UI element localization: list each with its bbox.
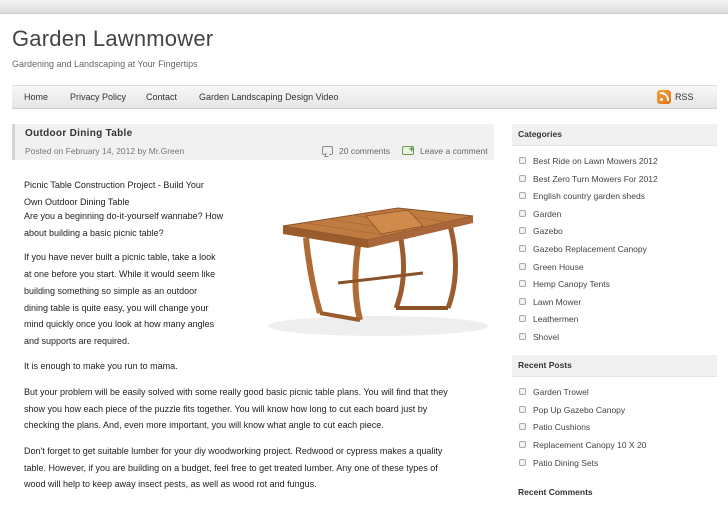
bullet-icon bbox=[519, 192, 526, 199]
category-link[interactable]: Gazebo Replacement Canopy bbox=[533, 244, 647, 254]
recent-posts-widget-title: Recent Posts bbox=[512, 355, 717, 376]
comment-bubble-icon bbox=[322, 146, 333, 155]
category-link[interactable]: English country garden sheds bbox=[533, 191, 645, 201]
post-text-line: checking the plans. And, even more impor… bbox=[24, 420, 384, 430]
bullet-icon bbox=[519, 406, 526, 413]
site-tagline: Gardening and Landscaping at Your Finger… bbox=[12, 59, 198, 69]
recent-post-link[interactable]: Patio Dining Sets bbox=[533, 458, 598, 468]
categories-widget-title: Categories bbox=[512, 124, 717, 145]
bullet-icon bbox=[519, 175, 526, 182]
nav-privacy-policy[interactable]: Privacy Policy bbox=[70, 92, 126, 102]
post-title[interactable]: Outdoor Dining Table bbox=[25, 128, 132, 139]
category-link[interactable]: Garden bbox=[533, 209, 561, 219]
bullet-icon bbox=[519, 315, 526, 322]
post-text-line: building something so simple as an outdo… bbox=[24, 286, 198, 296]
bullet-icon bbox=[519, 245, 526, 252]
bullet-icon bbox=[519, 298, 526, 305]
recent-comments-widget-title: Recent Comments bbox=[512, 482, 717, 503]
category-link[interactable]: Shovel bbox=[533, 332, 559, 342]
bullet-icon bbox=[519, 423, 526, 430]
bullet-icon bbox=[519, 210, 526, 217]
widget-divider bbox=[512, 145, 717, 146]
bullet-icon bbox=[519, 263, 526, 270]
nav-garden-landscaping-video[interactable]: Garden Landscaping Design Video bbox=[199, 92, 338, 102]
add-comment-icon bbox=[402, 144, 414, 155]
recent-post-link[interactable]: Replacement Canopy 10 X 20 bbox=[533, 440, 646, 450]
post-text-line: Don't forget to get suitable lumber for … bbox=[24, 446, 443, 456]
category-link[interactable]: Green House bbox=[533, 262, 584, 272]
category-link[interactable]: Hemp Canopy Tents bbox=[533, 279, 610, 289]
comments-count-link[interactable]: 20 comments bbox=[339, 146, 390, 156]
bullet-icon bbox=[519, 388, 526, 395]
rss-icon[interactable] bbox=[657, 90, 671, 104]
post-text-line: If you have never built a picnic table, … bbox=[24, 252, 216, 262]
site-title[interactable]: Garden Lawnmower bbox=[12, 26, 213, 52]
leave-comment-link[interactable]: Leave a comment bbox=[420, 146, 488, 156]
category-link[interactable]: Best Zero Turn Mowers For 2012 bbox=[533, 174, 658, 184]
bullet-icon bbox=[519, 227, 526, 234]
post-text-line: at one before you start. While it would … bbox=[24, 269, 216, 279]
recent-post-link[interactable]: Garden Trowel bbox=[533, 387, 589, 397]
category-link[interactable]: Leathermen bbox=[533, 314, 578, 324]
category-link[interactable]: Best Ride on Lawn Mowers 2012 bbox=[533, 156, 658, 166]
post-text-line: wood will help to keep away insect pests… bbox=[24, 479, 317, 489]
rss-link[interactable]: RSS bbox=[675, 92, 694, 102]
post-text-line: But your problem will be easily solved w… bbox=[24, 387, 448, 397]
nav-home[interactable]: Home bbox=[24, 92, 48, 102]
bullet-icon bbox=[519, 157, 526, 164]
main-navigation: Home Privacy Policy Contact Garden Lands… bbox=[12, 85, 717, 109]
nav-contact[interactable]: Contact bbox=[146, 92, 177, 102]
category-link[interactable]: Lawn Mower bbox=[533, 297, 581, 307]
post-text-line: mind quickly once you look at how many a… bbox=[24, 319, 215, 329]
post-meta: Posted on February 14, 2012 by Mr.Green bbox=[25, 146, 185, 156]
post-text-line: about building a basic picnic table? bbox=[24, 228, 164, 238]
post-header: Outdoor Dining Table Posted on February … bbox=[12, 124, 494, 160]
bullet-icon bbox=[519, 441, 526, 448]
recent-post-link[interactable]: Pop Up Gazebo Canopy bbox=[533, 405, 625, 415]
widget-divider bbox=[512, 376, 717, 377]
post-text-line: Picnic Table Construction Project - Buil… bbox=[24, 180, 204, 190]
bullet-icon bbox=[519, 280, 526, 287]
recent-post-link[interactable]: Patio Cushions bbox=[533, 422, 590, 432]
post-text-line: and supports are required. bbox=[24, 336, 130, 346]
post-text-line: Are you a beginning do-it-yourself wanna… bbox=[24, 211, 224, 221]
post-text-line: It is enough to make you run to mama. bbox=[24, 361, 178, 371]
browser-top-bar bbox=[0, 0, 728, 14]
bullet-icon bbox=[519, 459, 526, 466]
outdoor-dining-table-image bbox=[248, 178, 493, 343]
bullet-icon bbox=[519, 333, 526, 340]
category-link[interactable]: Gazebo bbox=[533, 226, 563, 236]
